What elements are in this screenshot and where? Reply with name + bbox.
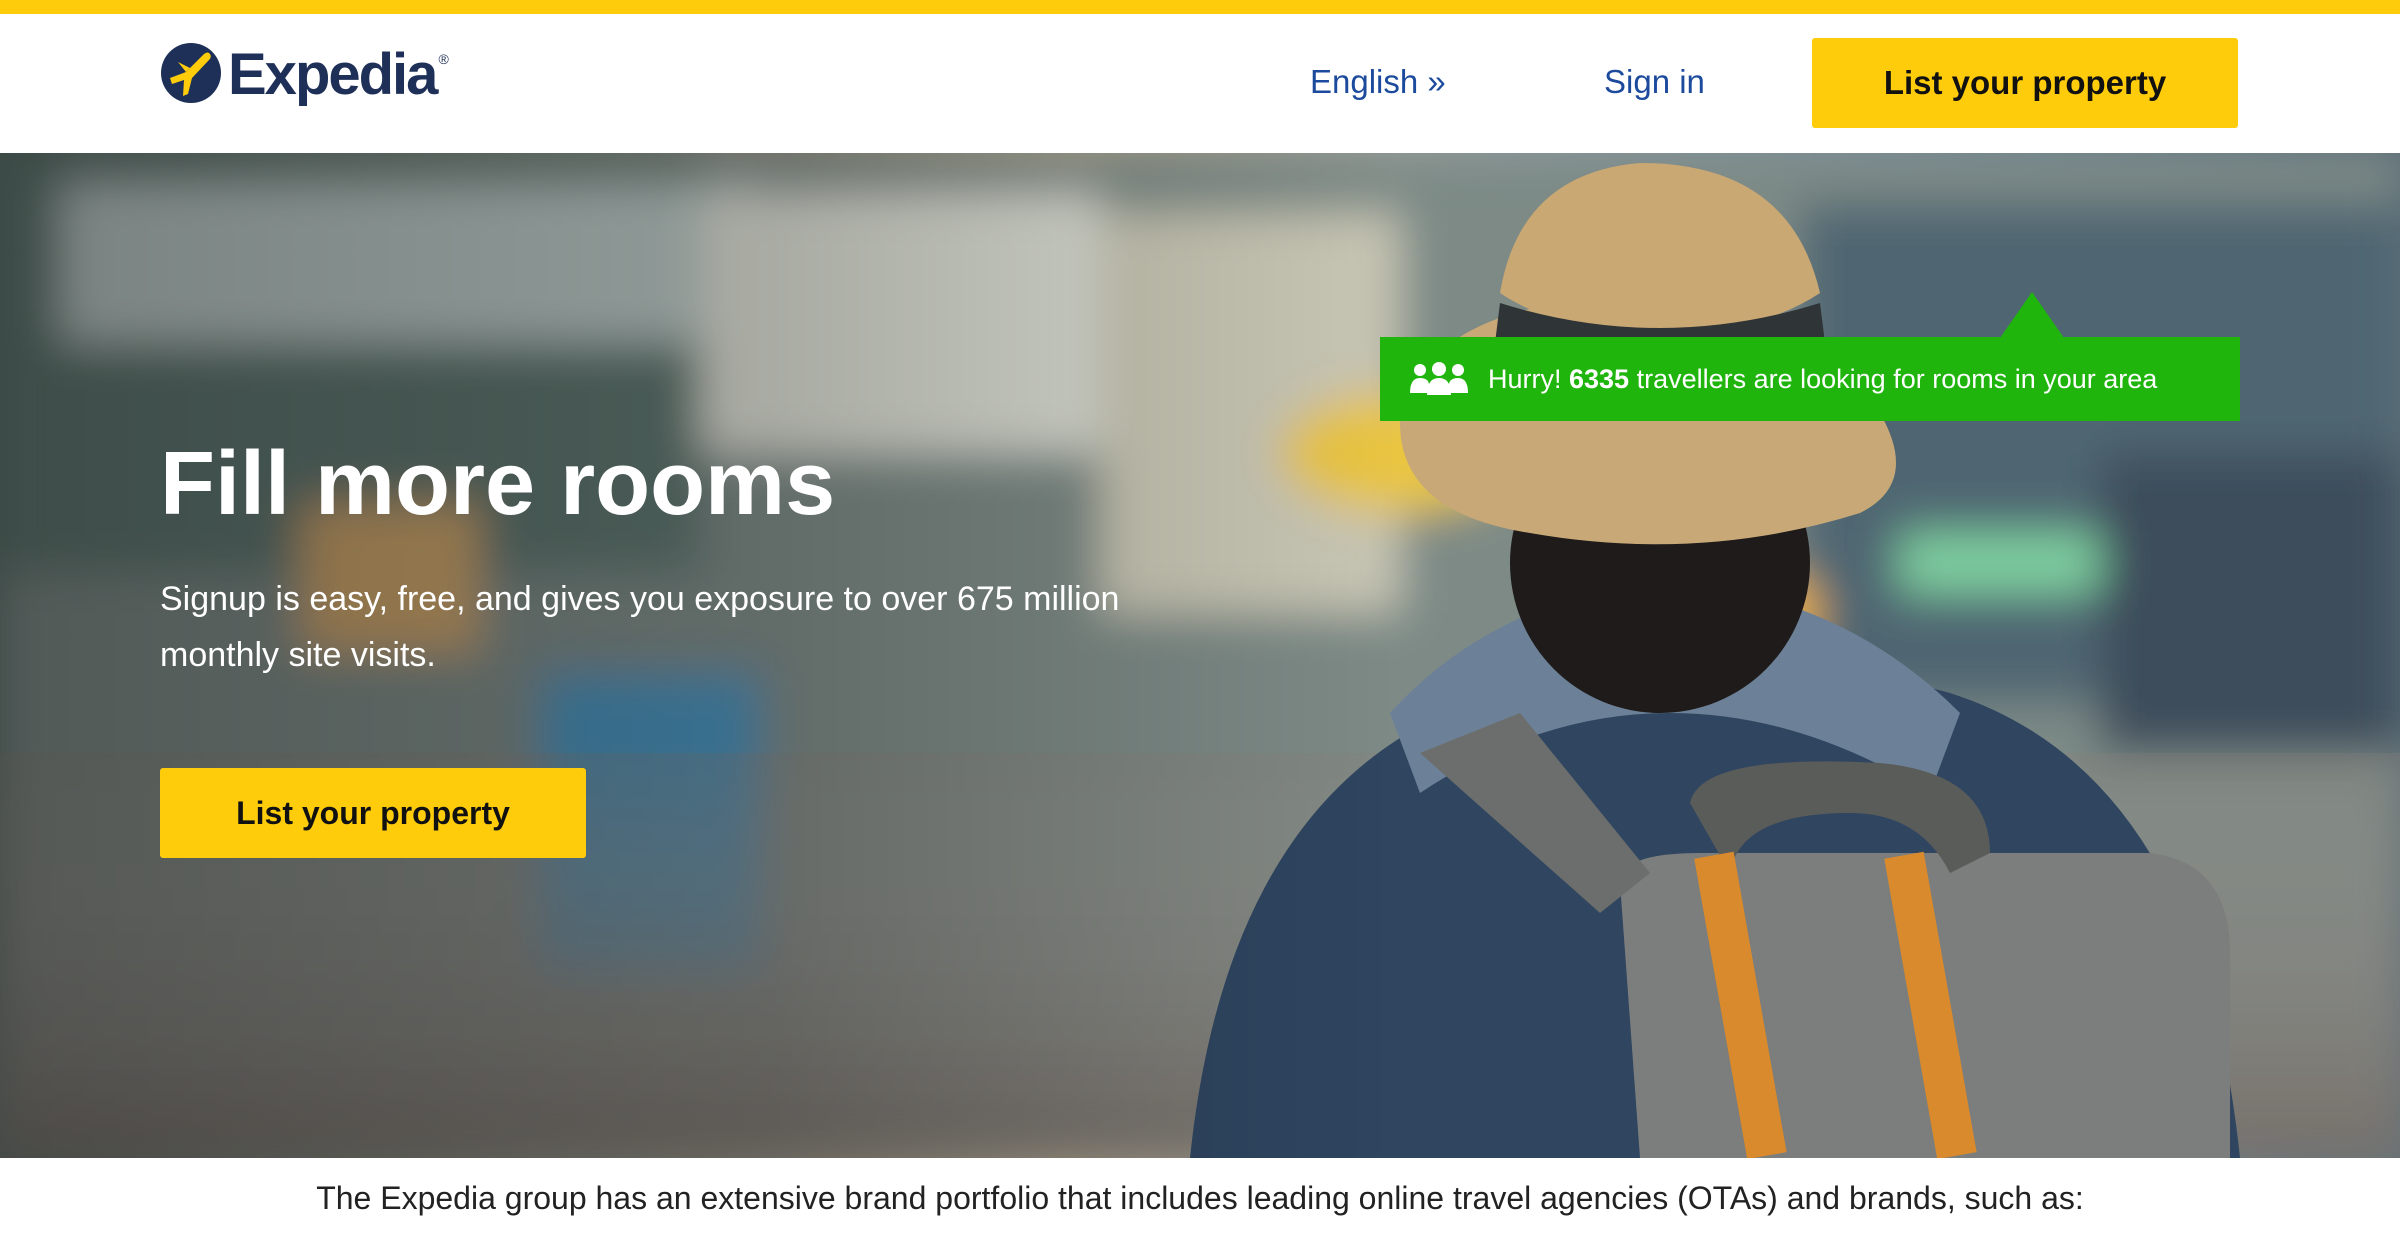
expedia-logo[interactable]: Expedia ® <box>160 42 449 107</box>
registered-mark: ® <box>438 51 449 67</box>
language-link[interactable]: English » <box>1310 62 1446 102</box>
traveller-count: 6335 <box>1569 363 1630 394</box>
sign-in-link[interactable]: Sign in <box>1604 62 1705 102</box>
brand-portfolio-intro: The Expedia group has an extensive brand… <box>316 1180 2084 1216</box>
hero-subtitle: Signup is easy, free, and gives you expo… <box>160 580 1120 674</box>
hero-banner: Hurry! 6335 travellers are looking for r… <box>0 153 2400 1158</box>
logo-wordmark: Expedia <box>228 42 438 107</box>
notice-pointer <box>2000 292 2064 338</box>
hero-title: Fill more rooms <box>160 434 836 534</box>
users-group-icon <box>1410 362 1468 395</box>
top-accent-bar <box>0 0 2400 14</box>
site-header: Expedia ® English » Sign in List your pr… <box>0 14 2400 153</box>
list-property-hero-button[interactable]: List your property <box>160 768 586 858</box>
plane-globe-icon <box>161 43 221 103</box>
notice-prefix: Hurry! <box>1488 363 1569 394</box>
demand-notice-banner: Hurry! 6335 travellers are looking for r… <box>1380 337 2240 421</box>
list-property-header-button[interactable]: List your property <box>1812 38 2238 128</box>
notice-suffix: travellers are looking for rooms in your… <box>1629 363 2158 394</box>
